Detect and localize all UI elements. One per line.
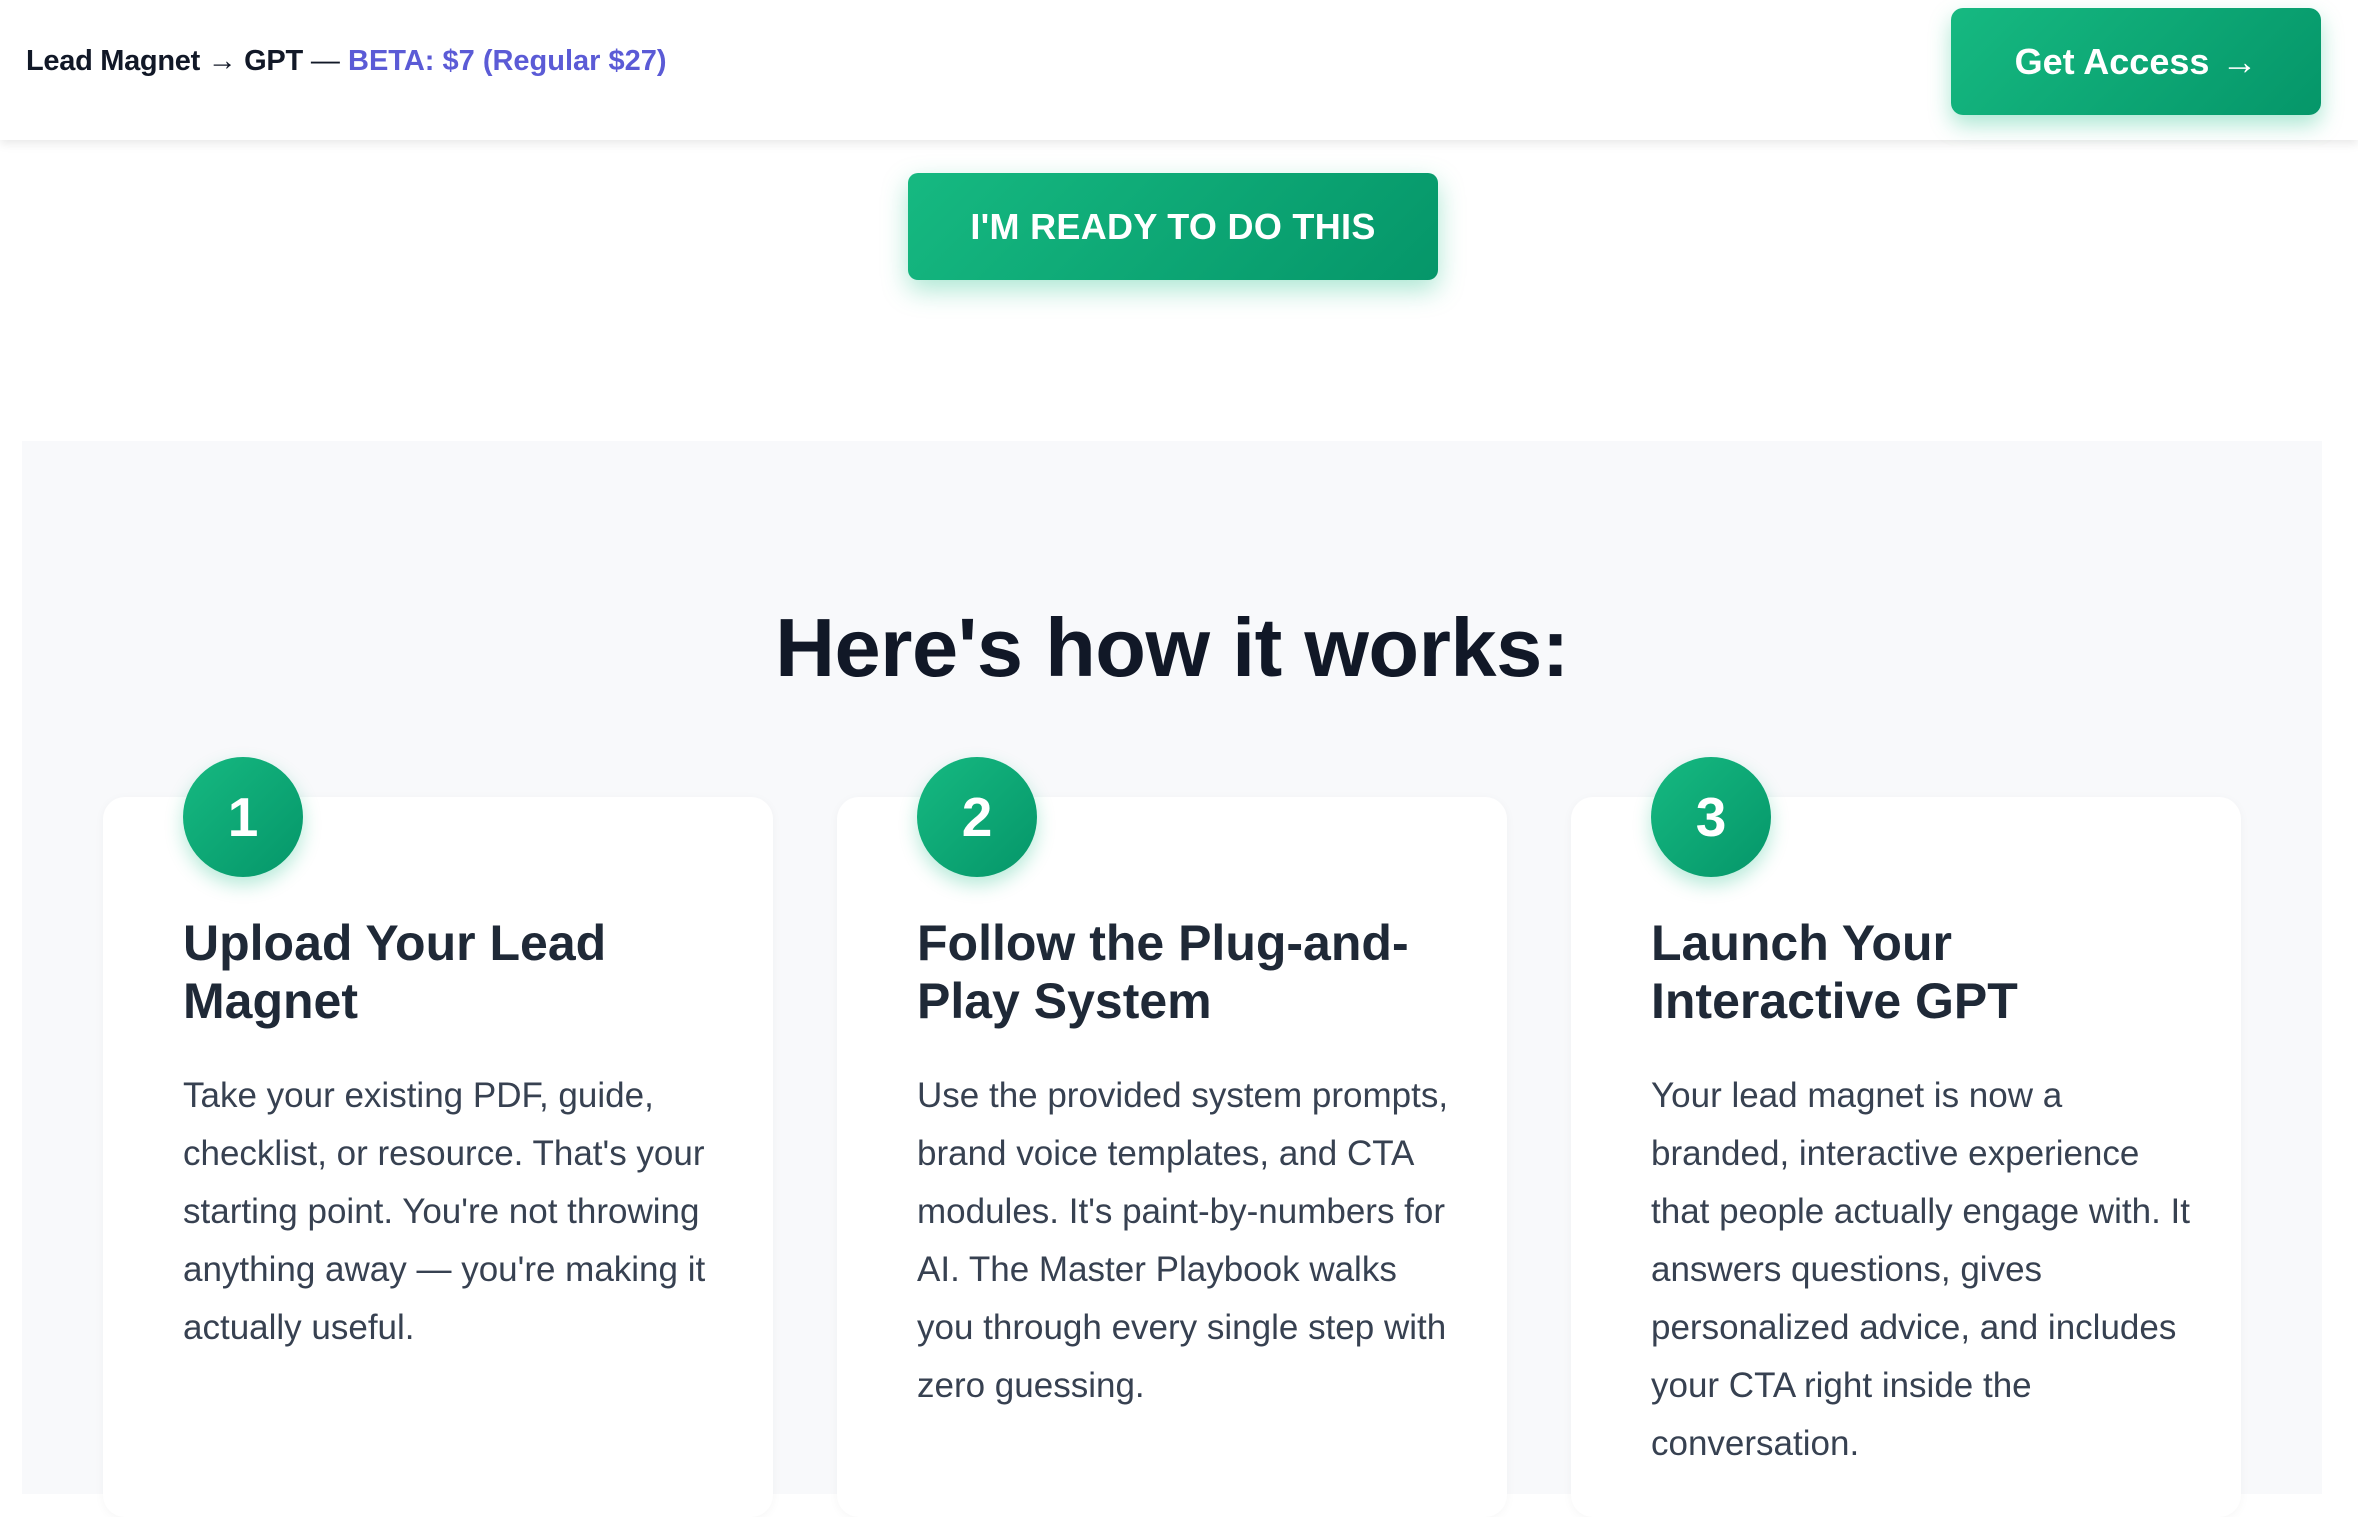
arrow-right-icon: →: [2221, 40, 2258, 82]
step-description: Your lead magnet is now a branded, inter…: [1651, 1076, 2190, 1463]
step-description: Take your existing PDF, guide, checklist…: [183, 1076, 706, 1347]
step-title: Launch Your Interactive GPT: [1651, 915, 2018, 1029]
step-number-badge: 1: [183, 757, 303, 877]
title-separator: —: [302, 45, 348, 77]
step-card-2: 2 Follow the Plug-and-Play System Use th…: [837, 757, 1507, 1517]
get-access-button[interactable]: Get Access →: [1951, 8, 2321, 115]
step-description: Use the provided system prompts, brand v…: [917, 1076, 1449, 1405]
topbar-title: Lead Magnet → GPT — BETA: $7 (Regular $2…: [26, 43, 667, 79]
beta-price: BETA: $7 (Regular $27): [348, 45, 667, 77]
how-it-works-section: Here's how it works: 1 Upload Your Lead …: [22, 441, 2322, 1517]
step-card-3: 3 Launch Your Interactive GPT Your lead …: [1571, 757, 2241, 1517]
step-title: Follow the Plug-and-Play System: [917, 915, 1409, 1029]
brand-name: Lead Magnet → GPT: [26, 45, 303, 77]
step-title: Upload Your Lead Magnet: [183, 915, 607, 1029]
step-number-badge: 3: [1651, 757, 1771, 877]
step-number-badge: 2: [917, 757, 1037, 877]
get-access-label: Get Access: [2014, 40, 2210, 82]
top-bar: Lead Magnet → GPT — BETA: $7 (Regular $2…: [0, 0, 2358, 140]
step-card-1: 1 Upload Your Lead Magnet Take your exis…: [103, 757, 773, 1517]
ready-button[interactable]: I'M READY TO DO THIS: [908, 173, 1438, 280]
section-title: Here's how it works:: [775, 601, 1569, 694]
